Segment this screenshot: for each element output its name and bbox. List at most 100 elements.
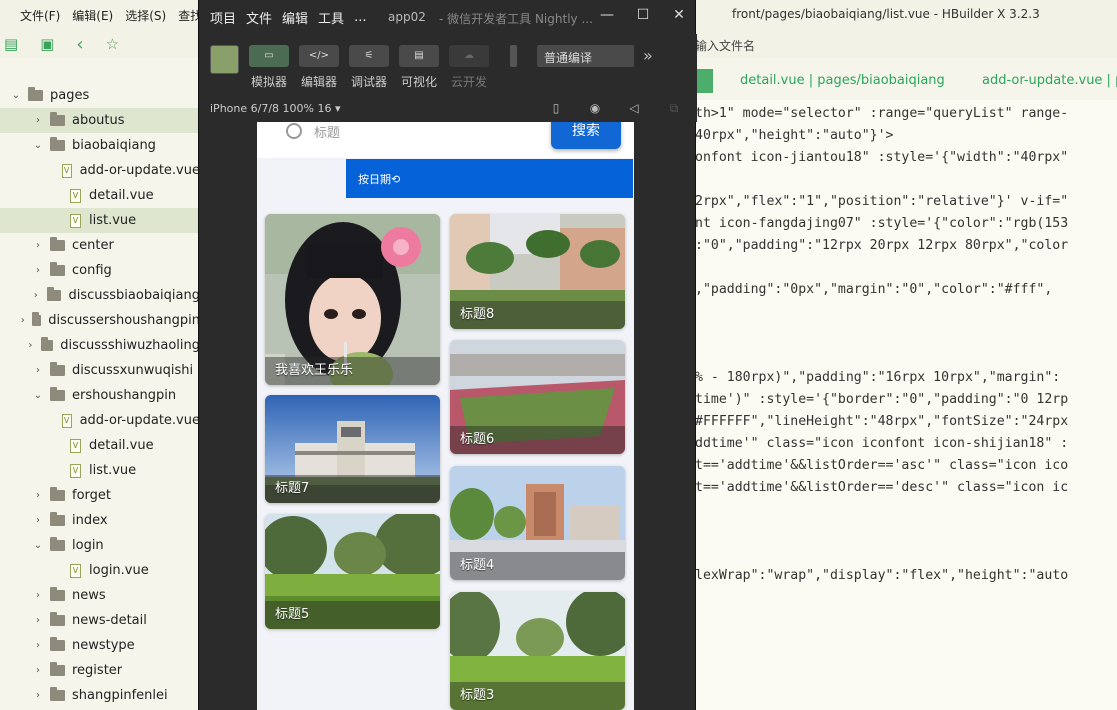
tree-file[interactable]: Vdetail.vue [0,433,200,458]
chevron-down-icon[interactable]: ⌄ [32,390,44,401]
tree-folder[interactable]: › index [0,508,200,533]
tree-folder[interactable]: › news-detail [0,608,200,633]
chevron-right-icon[interactable]: › [32,590,44,601]
tree-folder[interactable]: › center [0,233,200,258]
tree-folder[interactable]: › forget [0,483,200,508]
search-input[interactable]: 标题 [314,122,340,141]
code-line: % - 180rpx)","padding":"16rpx 10rpx","ma… [695,370,1061,385]
chevron-right-icon[interactable]: › [26,340,36,351]
tree-folder[interactable]: ⌄ login [0,533,200,558]
chevron-right-icon[interactable]: › [32,115,44,126]
tree-folder[interactable]: › discussbiaobaiqiang [0,283,200,308]
back-icon[interactable]: ‹ [76,34,83,55]
card-item[interactable]: 标题8 [450,214,625,329]
vue-file-icon: V [70,213,81,228]
save-icon[interactable]: ▣ [40,35,54,53]
tree-folder[interactable]: ⌄ pages [0,83,200,108]
sim-menu-project[interactable]: 项目 [205,8,241,27]
tree-folder[interactable]: › shangpinfenlei [0,683,200,708]
card-title: 标题7 [275,481,310,496]
simulator-toggle-button[interactable]: ▭ [249,45,289,67]
maximize-icon[interactable]: ☐ [632,7,654,27]
tree-file[interactable]: Vlist.vue [0,458,200,483]
device-select[interactable]: iPhone 6/7/8 100% 16 ▾ [210,102,341,115]
code-line: ,"padding":"0px","margin":"0","color":"#… [695,282,1053,297]
chevron-right-icon[interactable]: › [32,515,44,526]
tree-item-label: news [72,588,106,603]
sim-menu-more[interactable]: ... [349,10,371,25]
new-file-icon[interactable]: ▤ [4,35,18,53]
card-item[interactable]: 标题4 [450,466,625,580]
chevron-down-icon[interactable]: ⌄ [32,140,44,151]
card-item[interactable]: 标题5 [265,514,440,629]
tree-file[interactable]: Vlist.vue [0,208,200,233]
chevron-right-icon[interactable]: › [32,240,44,251]
sim-menu-file[interactable]: 文件 [241,8,277,27]
code-line: nt icon-fangdajing07" :style='{"color":"… [695,216,1069,231]
folder-icon [50,612,65,626]
record-icon[interactable]: ◉ [588,101,602,115]
tree-folder[interactable]: › discussxunwuqishi [0,358,200,383]
tree-folder[interactable]: › news [0,583,200,608]
tree-folder[interactable]: › config [0,258,200,283]
sim-app-name: app02 [388,10,426,24]
folder-icon [50,537,65,551]
chevron-right-icon[interactable]: › [19,315,26,326]
code-line: t=='addtime'&&listOrder=='asc'" class="i… [695,458,1069,473]
folder-icon [50,662,65,676]
tree-folder[interactable]: ⌄ ershoushangpin [0,383,200,408]
tab-detail-vue[interactable]: detail.vue | pages/biaobaiqiang [740,73,945,88]
star-icon[interactable]: ☆ [106,35,119,53]
chevron-right-icon[interactable]: › [32,365,44,376]
debugger-toggle-button[interactable]: ⚟ [349,45,389,67]
editor-toggle-button[interactable]: </> [299,45,339,67]
card-item[interactable]: 标题3 [450,592,625,710]
tree-folder[interactable]: › aboutus [0,108,200,133]
chevron-right-icon[interactable]: › [32,640,44,651]
tree-folder[interactable]: › discussshiwuzhaoling [0,333,200,358]
tree-file[interactable]: Vadd-or-update.vue [0,158,200,183]
tree-folder[interactable]: › discussershoushangpin [0,308,200,333]
chevron-right-icon[interactable]: › [32,665,44,676]
card-item[interactable]: 标题7 [265,395,440,503]
tree-folder[interactable]: › newstype [0,633,200,658]
chevron-down-icon[interactable]: ⌄ [32,540,44,551]
sim-menu-tools[interactable]: 工具 [313,8,349,27]
close-icon[interactable]: ✕ [668,7,690,27]
avatar[interactable] [210,45,239,74]
tree-item-label: add-or-update.vue [79,413,200,428]
tree-file[interactable]: Vdetail.vue [0,183,200,208]
card-item[interactable]: 我喜欢王乐乐 [265,214,440,385]
menu-edit[interactable]: 编辑(E) [66,7,119,24]
chevron-right-icon[interactable]: › [30,290,41,301]
visual-toggle-button[interactable]: ▤ [399,45,439,67]
phone-icon[interactable]: ▯ [549,101,563,115]
vue-file-icon: V [70,563,81,578]
minimize-icon[interactable]: — [596,7,618,27]
tree-file[interactable]: Vlogin.vue [0,558,200,583]
tab-add-or-update-vue[interactable]: add-or-update.vue | p [982,73,1117,88]
more-chevron-icon[interactable]: » [643,46,653,65]
chevron-right-icon[interactable]: › [32,615,44,626]
menu-file[interactable]: 文件(F) [14,7,66,24]
cloud-dev-button[interactable]: ☁ [449,45,489,67]
file-search-input[interactable]: 输入文件名 [695,30,1117,58]
tree-folder[interactable]: ⌄ biaobaiqiang [0,133,200,158]
menu-select[interactable]: 选择(S) [119,7,172,24]
code-editor[interactable]: th>1" mode="selector" :range="queryList"… [695,100,1117,710]
chevron-right-icon[interactable]: › [32,690,44,701]
chevron-right-icon[interactable]: › [32,490,44,501]
tree-folder[interactable]: › register [0,658,200,683]
compile-mode-select[interactable]: 普通编译 [537,45,634,67]
tree-file[interactable]: Vadd-or-update.vue [0,408,200,433]
speaker-icon[interactable]: ◁ [627,101,641,115]
chevron-right-icon[interactable]: › [32,265,44,276]
rotate-icon[interactable]: ⧉ [667,101,681,115]
folder-icon [28,87,43,101]
folder-icon [50,587,65,601]
chevron-down-icon[interactable]: ⌄ [10,90,22,101]
sim-menu-edit[interactable]: 编辑 [277,8,313,27]
search-button[interactable]: 搜索 [551,122,621,149]
card-item[interactable]: 标题6 [450,340,625,454]
sort-by-date-button[interactable]: 按日期⟲ [346,159,633,198]
